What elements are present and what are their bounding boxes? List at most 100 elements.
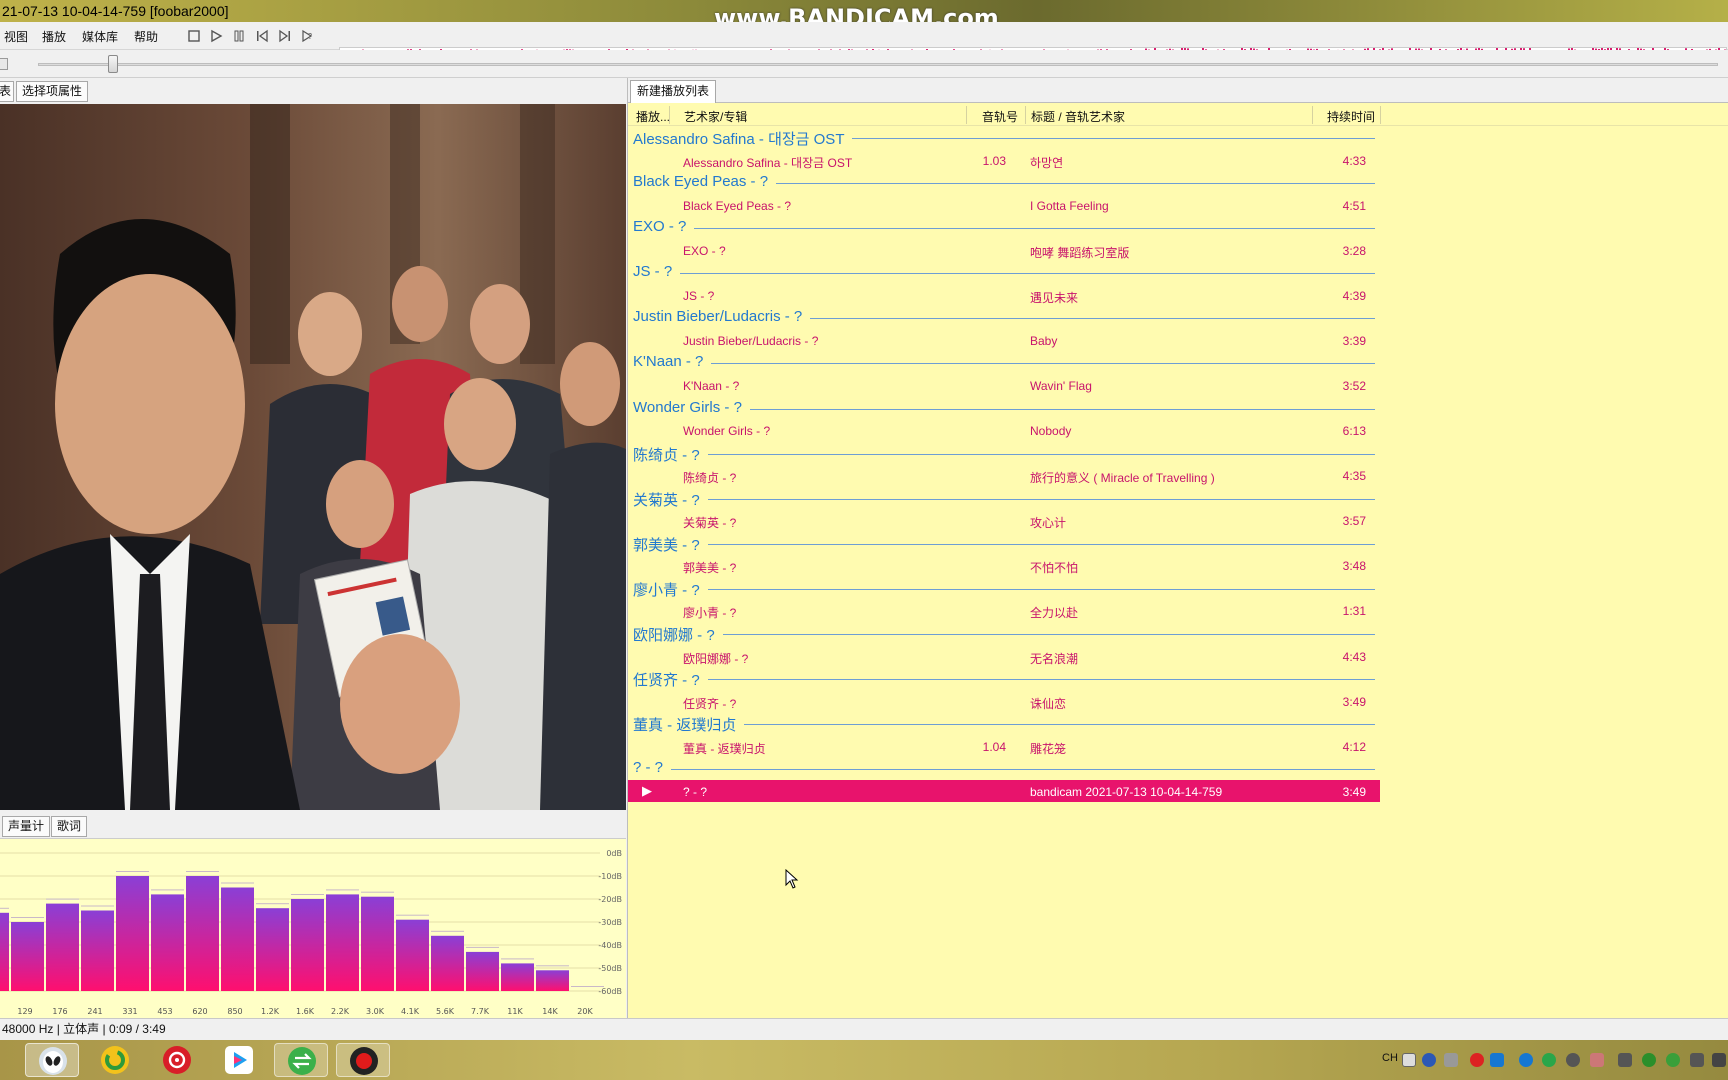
group-header[interactable]: 陈绮贞 - ? xyxy=(628,442,1380,465)
green-circle-app-icon[interactable] xyxy=(88,1043,142,1077)
group-header[interactable]: 郭美美 - ? xyxy=(628,532,1380,555)
menu-view[interactable]: 视图 xyxy=(4,28,28,45)
network-tray-icon[interactable] xyxy=(1542,1053,1556,1067)
track-row[interactable]: EXO - ? 咆哮 舞蹈练习室版 3:28 xyxy=(628,239,1380,262)
security-icon[interactable] xyxy=(1590,1053,1604,1067)
track-row[interactable]: 欧阳娜娜 - ? 无名浪潮 4:43 xyxy=(628,645,1380,668)
track-title: 全力以赴 xyxy=(1030,606,1079,621)
tab-new-playlist[interactable]: 新建播放列表 xyxy=(630,80,717,103)
group-header[interactable]: Justin Bieber/Ludacris - ? xyxy=(628,306,1380,329)
group-header[interactable]: Black Eyed Peas - ? xyxy=(628,171,1380,194)
track-row[interactable]: Alessandro Safina - 대장금 OST 1.03 하망연 4:33 xyxy=(628,149,1380,172)
pause-icon[interactable] xyxy=(231,28,247,44)
spectrum-bar xyxy=(466,951,499,991)
column-separator[interactable] xyxy=(1025,106,1026,124)
column-duration[interactable]: 持续时间 xyxy=(1327,108,1375,125)
spectrum-bar xyxy=(501,963,534,991)
stop-icon[interactable] xyxy=(186,28,202,44)
group-header[interactable]: 廖小青 - ? xyxy=(628,577,1380,600)
group-header[interactable]: ? - ? xyxy=(628,757,1380,780)
track-row[interactable]: Justin Bieber/Ludacris - ? Baby 3:39 xyxy=(628,329,1380,352)
frequency-label: 1.2K xyxy=(261,1007,280,1016)
spectrum-bar xyxy=(0,912,9,991)
alien-app-icon[interactable] xyxy=(25,1043,79,1077)
track-row[interactable]: 陈绮贞 - ? 旅行的意义 ( Miracle of Travelling ) 4:… xyxy=(628,464,1380,487)
group-header[interactable]: JS - ? xyxy=(628,261,1380,284)
track-artist: 欧阳娜娜 - ? xyxy=(683,651,749,666)
tab-lyrics[interactable]: 歌词 xyxy=(51,816,88,837)
tab-selection-properties[interactable]: 选择项属性 xyxy=(16,81,89,102)
track-row-playing[interactable]: ▶ ? - ? bandicam 2021-07-13 10-04-14-759 3:… xyxy=(628,779,1380,803)
group-header[interactable]: Wonder Girls - ? xyxy=(628,397,1380,420)
menu-help[interactable]: 帮助 xyxy=(134,28,158,45)
play-icon[interactable] xyxy=(208,28,224,44)
group-header[interactable]: 任贤齐 - ? xyxy=(628,667,1380,691)
shield-icon[interactable] xyxy=(1519,1053,1533,1067)
column-separator[interactable] xyxy=(1312,106,1313,124)
volume-icon[interactable] xyxy=(1690,1053,1704,1067)
tab-volume-meter[interactable]: 声量计 xyxy=(2,816,51,837)
seek-handle[interactable] xyxy=(108,55,118,73)
column-separator[interactable] xyxy=(966,106,967,124)
tab-playlist-manager[interactable]: 表 xyxy=(0,81,15,102)
group-header[interactable]: Alessandro Safina - 대장금 OST xyxy=(628,126,1380,149)
previous-icon[interactable] xyxy=(254,28,270,44)
sync-tray-icon[interactable] xyxy=(1666,1053,1680,1067)
menu-library[interactable]: 媒体库 xyxy=(82,28,118,45)
speaker-tray-icon[interactable] xyxy=(1618,1053,1632,1067)
column-playing[interactable]: 播放... xyxy=(636,108,670,125)
group-header[interactable]: 关菊英 - ? xyxy=(628,487,1380,510)
group-header[interactable]: EXO - ? xyxy=(628,216,1380,239)
plus-tray-icon[interactable] xyxy=(1642,1053,1656,1067)
action-center-icon[interactable] xyxy=(1712,1053,1726,1067)
spectrum-peak xyxy=(466,946,499,948)
track-title: Nobody xyxy=(1030,424,1072,439)
power-icon[interactable] xyxy=(1566,1053,1580,1067)
green-arrows-app-icon[interactable] xyxy=(274,1043,328,1077)
track-duration: 3:39 xyxy=(1342,333,1366,348)
help-icon[interactable] xyxy=(1422,1053,1436,1067)
status-text: 48000 Hz | 立体声 | 0:09 / 3:49 xyxy=(2,1022,166,1036)
menu-playback[interactable]: 播放 xyxy=(42,28,66,45)
netease-music-icon[interactable] xyxy=(150,1043,204,1077)
track-row[interactable]: K'Naan - ? Wavin' Flag 3:52 xyxy=(628,374,1380,397)
spectrum-peak xyxy=(501,958,534,960)
db-label: -10dB xyxy=(598,872,622,881)
group-header[interactable]: K'Naan - ? xyxy=(628,351,1380,374)
seek-track[interactable] xyxy=(38,63,1718,66)
track-row[interactable]: Wonder Girls - ? Nobody 6:13 xyxy=(628,419,1380,442)
column-artist-album[interactable]: 艺术家/专辑 xyxy=(684,108,747,125)
db-label: -30dB xyxy=(598,918,622,927)
track-row[interactable]: 任贤齐 - ? 诛仙恋 3:49 xyxy=(628,690,1380,713)
column-separator[interactable] xyxy=(1380,106,1381,124)
track-row[interactable]: 郭美美 - ? 不怕不怕 3:48 xyxy=(628,554,1380,577)
keyboard-icon[interactable] xyxy=(1402,1053,1416,1067)
track-row[interactable]: 关菊英 - ? 攻心计 3:57 xyxy=(628,509,1380,532)
group-header[interactable]: 欧阳娜娜 - ? xyxy=(628,622,1380,646)
spectrum-bar xyxy=(431,935,464,991)
playlist-rows: Alessandro Safina - 대장금 OST Alessandro Sa… xyxy=(628,126,1380,803)
group-header-label: JS - ? xyxy=(633,263,681,281)
group-header[interactable]: 董真 - 返璞归贞 xyxy=(628,712,1380,736)
ime-indicator[interactable]: CH xyxy=(1382,1052,1398,1064)
volume-stub[interactable] xyxy=(0,58,8,70)
column-track-number[interactable]: 音轨号 xyxy=(982,108,1018,125)
spectrum-bar xyxy=(326,894,359,991)
youku-icon[interactable] xyxy=(212,1043,266,1077)
track-row[interactable]: Black Eyed Peas - ? I Gotta Feeling 4:51 xyxy=(628,194,1380,217)
frequency-label: 850 xyxy=(227,1007,242,1016)
column-separator[interactable] xyxy=(669,106,670,124)
db-label: -50dB xyxy=(598,964,622,973)
track-row[interactable]: 廖小青 - ? 全力以赴 1:31 xyxy=(628,599,1380,622)
next-icon[interactable] xyxy=(277,28,293,44)
track-row[interactable]: 董真 - 返璞归贞 1.04 雕花笼 4:12 xyxy=(628,735,1380,758)
record-tray-icon[interactable] xyxy=(1470,1053,1484,1067)
app-tray-icon[interactable] xyxy=(1490,1053,1504,1067)
column-title-artist[interactable]: 标题 / 音轨艺术家 xyxy=(1031,108,1125,125)
spectrum-bar xyxy=(151,894,184,991)
track-artist: Justin Bieber/Ludacris - ? xyxy=(683,333,819,348)
bandicam-record-icon[interactable] xyxy=(336,1043,390,1077)
random-icon[interactable]: ? xyxy=(300,28,316,44)
settings-icon[interactable] xyxy=(1444,1053,1458,1067)
track-row[interactable]: JS - ? 遇见未来 4:39 xyxy=(628,284,1380,307)
